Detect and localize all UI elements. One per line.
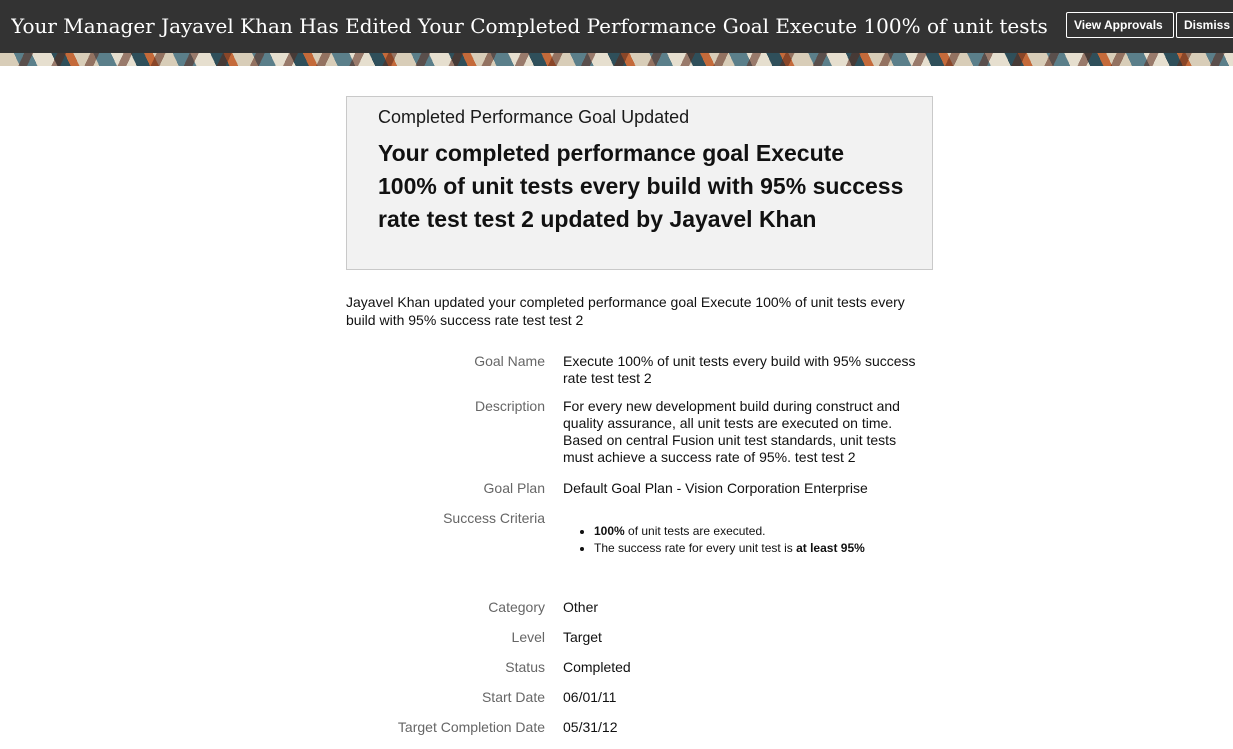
goal-name-label: Goal Name <box>474 353 545 369</box>
description-label: Description <box>474 398 545 414</box>
criteria-emphasis: 100% <box>594 524 625 538</box>
decorative-banner <box>0 53 1233 66</box>
level-label: Level <box>511 629 545 645</box>
card-headline: Your completed performance goal Execute … <box>378 140 904 232</box>
success-criteria-label: Success Criteria <box>443 510 545 526</box>
card-subtitle: Completed Performance Goal Updated <box>378 107 690 127</box>
criteria-item: The success rate for every unit test is … <box>594 540 943 557</box>
target-completion-date-value: 05/31/12 <box>563 719 618 735</box>
goal-name-value: Execute 100% of unit tests every build w… <box>563 353 916 386</box>
header-bar: Your Manager Jayavel Khan Has Edited You… <box>0 0 1233 53</box>
view-approvals-button[interactable]: View Approvals <box>1066 12 1174 38</box>
goal-plan-value: Default Goal Plan - Vision Corporation E… <box>563 480 868 496</box>
success-criteria-list: 100% of unit tests are executed. The suc… <box>563 523 943 557</box>
dismiss-button[interactable]: Dismiss <box>1176 12 1233 38</box>
status-value: Completed <box>563 659 631 675</box>
status-label: Status <box>505 659 545 675</box>
start-date-label: Start Date <box>481 689 545 705</box>
criteria-text: The success rate for every unit test is <box>594 541 797 555</box>
start-date-value: 06/01/11 <box>563 689 617 705</box>
criteria-item: 100% of unit tests are executed. <box>594 523 943 540</box>
target-completion-date-label: Target Completion Date <box>397 719 545 735</box>
summary-card: Completed Performance Goal Updated Your … <box>346 96 933 270</box>
criteria-emphasis: at least 95% <box>796 541 865 555</box>
category-label: Category <box>488 599 545 615</box>
notification-title: Your Manager Jayavel Khan Has Edited You… <box>11 14 1051 38</box>
notification-header: Your Manager Jayavel Khan Has Edited You… <box>0 0 1233 66</box>
success-criteria-value: 100% of unit tests are executed. The suc… <box>563 523 943 557</box>
category-value: Other <box>563 599 599 615</box>
description-value: For every new development build during c… <box>563 398 900 465</box>
level-value: Target <box>563 629 602 645</box>
criteria-text: of unit tests are executed. <box>624 524 766 538</box>
intro-text: Jayavel Khan updated your completed perf… <box>346 294 905 328</box>
goal-plan-label: Goal Plan <box>483 480 545 496</box>
